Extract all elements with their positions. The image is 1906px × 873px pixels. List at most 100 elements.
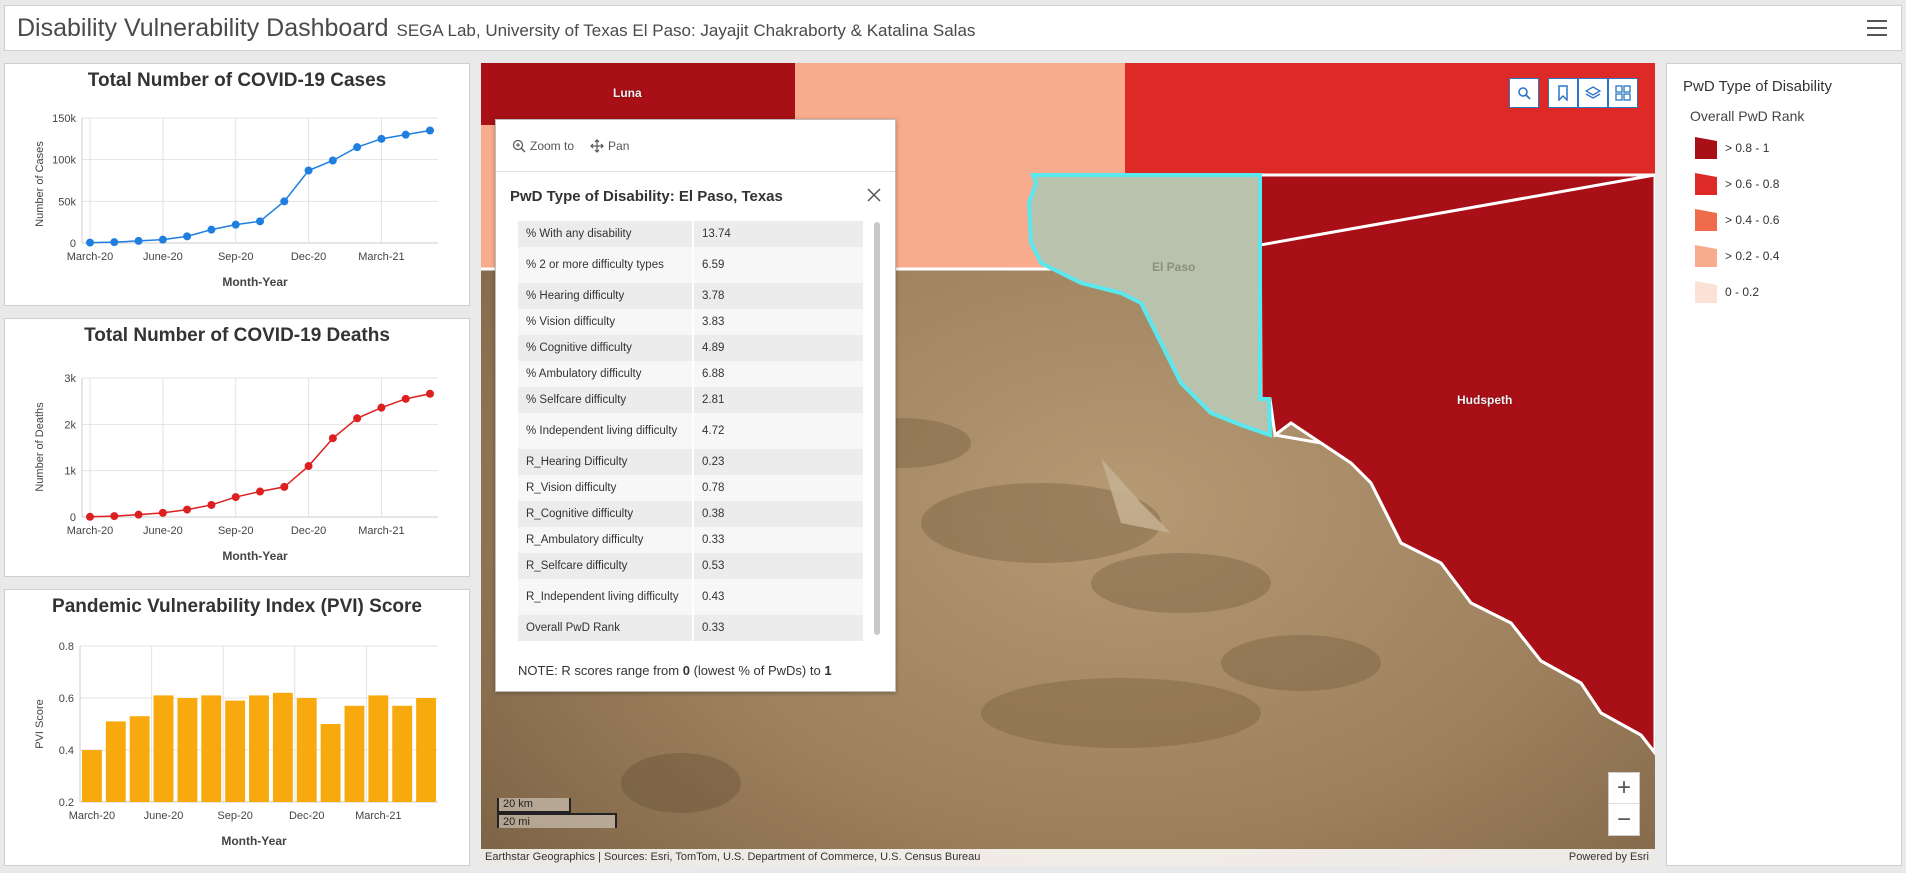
data-point [231,493,240,502]
popup-row: R_Vision difficulty 0.78 [518,475,863,501]
zoom-to-action[interactable]: Zoom to [512,139,574,153]
popup-title: PwD Type of Disability: El Paso, Texas [510,188,783,205]
data-point [256,217,264,226]
popup-scrollbar[interactable] [874,222,880,635]
popup-field-name: % 2 or more difficulty types [518,247,694,283]
popup-field-value: 0.33 [693,615,863,641]
legend-panel: PwD Type of Disability Overall PwD Rank … [1666,63,1902,866]
county-label-luna: Luna [613,86,642,100]
data-point [353,143,362,152]
data-point [183,505,192,514]
y-tick-label: 0.8 [59,641,74,653]
y-tick-label: 100k [52,155,76,167]
pvi-bar [320,724,341,802]
app-title: Disability Vulnerability Dashboard [17,13,389,42]
pvi-bar [129,716,150,802]
popup-field-value: 4.72 [693,413,863,449]
popup-field-name: R_Independent living difficulty [518,579,694,615]
data-point [353,414,362,423]
popup-field-name: % Hearing difficulty [518,283,694,309]
data-point [401,130,410,139]
pvi-bar-chart[interactable]: 0.20.40.60.8March-20 June-20 Sep-20 Dec-20 M… [5,590,469,865]
data-point [426,126,434,135]
zoom-control: + − [1608,772,1640,836]
zoom-in-button[interactable]: + [1609,773,1639,804]
popup-row: % Vision difficulty 3.83 [518,309,863,335]
pvi-bar [344,705,365,802]
close-icon[interactable] [865,186,883,204]
pvi-bar [272,692,293,802]
data-point [280,482,289,491]
y-axis-label: Number of Deaths [34,402,46,492]
popup-row: % With any disability 13.74 [518,221,863,247]
pvi-bar [82,750,102,802]
x-tick-label: June-20 [143,525,183,537]
popup-field-value: 4.89 [693,335,863,361]
x-tick-label: Dec-20 [291,525,326,537]
popup-field-value: 3.78 [693,283,863,309]
data-point [280,197,289,206]
pan-icon [590,138,604,153]
popup-field-value: 0.33 [693,527,863,553]
pvi-bar [392,705,413,802]
popup-row: R_Cognitive difficulty 0.38 [518,501,863,527]
y-axis-label: Number of Cases [34,141,46,227]
powered-by-esri-link[interactable]: Powered by Esri [1569,849,1649,866]
y-tick-label: 50k [58,196,76,208]
popup-field-value: 13.74 [693,221,863,247]
y-tick-label: 0.6 [59,693,74,705]
map-toolbar [1548,78,1638,108]
pan-action[interactable]: Pan [590,139,629,153]
legend-swatch [1695,281,1717,303]
app-header: Disability Vulnerability Dashboard SEGA … [4,5,1902,51]
pvi-bar [368,695,389,802]
popup-field-value: 0.38 [693,501,863,527]
data-point [231,220,240,229]
legend-label: > 0.2 - 0.4 [1725,249,1780,263]
x-tick-label: Dec-20 [291,251,326,263]
popup-field-name: % With any disability [518,221,694,247]
popup-row: % 2 or more difficulty types 6.59 [518,247,863,283]
popup-actions-bar: Zoom to Pan [496,120,895,172]
legend-item: 0 - 0.2 [1695,281,1759,303]
legend-swatch [1695,173,1717,195]
legend-item: > 0.4 - 0.6 [1695,209,1779,231]
data-point [256,487,264,496]
map-search-widget[interactable] [1509,78,1539,108]
legend-subtitle: Overall PwD Rank [1690,108,1805,124]
data-point [207,225,216,234]
pvi-bar [296,698,317,802]
popup-row: % Selfcare difficulty 2.81 [518,387,863,413]
data-point [86,512,94,521]
cases-line-chart[interactable]: 050k100k150kMarch-20 June-20 Sep-20 Dec-20 M… [5,64,469,305]
legend-item: > 0.2 - 0.4 [1695,245,1779,267]
data-point [158,508,167,517]
popup-field-value: 6.88 [693,361,863,387]
app-subtitle: SEGA Lab, University of Texas El Paso: J… [396,20,976,40]
legend-label: 0 - 0.2 [1725,285,1760,299]
deaths-line-chart[interactable]: 0 1k 2k 3k March-20 June-20 Sep-20 Dec-20 March-… [5,319,469,576]
popup-row: Overall PwD Rank 0.33 [518,615,863,641]
popup-row: % Ambulatory difficulty 6.88 [518,361,863,387]
zoom-out-button[interactable]: − [1609,804,1639,835]
data-point [110,512,119,521]
data-point [183,232,192,241]
x-tick-label: March-21 [358,525,404,537]
basemap-gallery-icon[interactable] [1608,78,1638,108]
data-point [134,236,143,245]
popup-attribute-table: % With any disability 13.74% 2 or more di… [518,221,863,641]
bookmark-icon[interactable] [1548,78,1578,108]
data-point [134,510,143,519]
hamburger-menu-icon[interactable] [1867,20,1887,36]
pvi-bar [153,695,174,802]
data-point [328,156,337,165]
popup-field-value: 2.81 [693,387,863,413]
data-point [158,235,167,244]
county-label-hudspeth: Hudspeth [1457,393,1513,407]
search-icon[interactable] [1509,78,1539,108]
popup-row: R_Ambulatory difficulty 0.33 [518,527,863,553]
y-tick-label: 3k [64,373,76,385]
x-tick-label: March-20 [69,810,115,822]
x-axis-label: Month-Year [222,549,288,563]
layers-icon[interactable] [1578,78,1608,108]
